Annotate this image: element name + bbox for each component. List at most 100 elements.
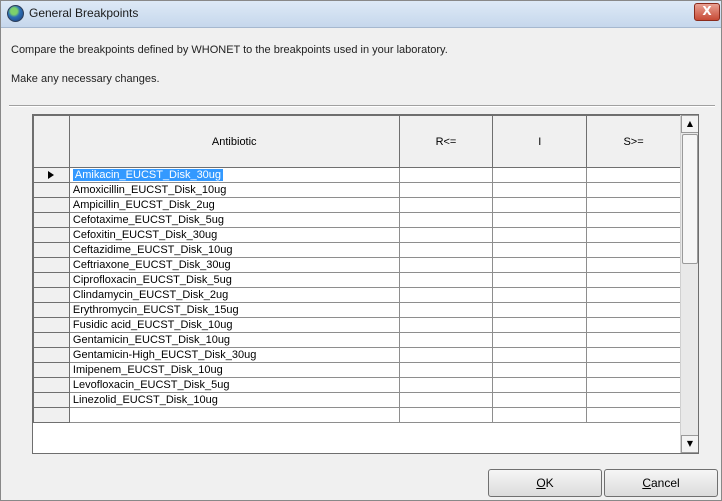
antibiotic-cell[interactable]: Ampicillin_EUCST_Disk_2ug — [68, 197, 400, 213]
s-breakpoint-cell[interactable] — [586, 332, 681, 348]
scroll-thumb[interactable] — [682, 134, 698, 264]
antibiotic-cell[interactable] — [68, 407, 400, 423]
r-breakpoint-cell[interactable] — [398, 392, 494, 408]
r-breakpoint-cell[interactable] — [398, 302, 494, 318]
row-header[interactable] — [33, 182, 70, 198]
antibiotic-cell[interactable]: Erythromycin_EUCST_Disk_15ug — [68, 302, 400, 318]
r-breakpoint-cell[interactable] — [398, 227, 494, 243]
title-bar[interactable]: General Breakpoints X — [1, 1, 721, 28]
i-breakpoint-cell[interactable] — [492, 287, 588, 303]
column-header-antibiotic[interactable]: Antibiotic — [68, 115, 400, 168]
i-breakpoint-cell[interactable] — [492, 212, 588, 228]
row-header[interactable] — [33, 347, 70, 363]
s-breakpoint-cell[interactable] — [586, 302, 681, 318]
i-breakpoint-cell[interactable] — [492, 242, 588, 258]
column-header-s[interactable]: S>= — [586, 115, 681, 168]
r-breakpoint-cell[interactable] — [398, 377, 494, 393]
s-breakpoint-cell[interactable] — [586, 377, 681, 393]
r-breakpoint-cell[interactable] — [398, 347, 494, 363]
row-header[interactable] — [33, 407, 70, 423]
antibiotic-cell[interactable]: Ciprofloxacin_EUCST_Disk_5ug — [68, 272, 400, 288]
r-breakpoint-cell[interactable] — [398, 212, 494, 228]
table-row[interactable]: Cefotaxime_EUCST_Disk_5ug — [33, 212, 681, 228]
table-row[interactable]: Clindamycin_EUCST_Disk_2ug — [33, 287, 681, 303]
s-breakpoint-cell[interactable] — [586, 272, 681, 288]
r-breakpoint-cell[interactable] — [398, 167, 494, 183]
breakpoints-grid[interactable]: Antibiotic R<= I S>= Amikacin_EUCST_Disk… — [32, 114, 699, 454]
row-header[interactable] — [33, 332, 70, 348]
r-breakpoint-cell[interactable] — [398, 287, 494, 303]
r-breakpoint-cell[interactable] — [398, 257, 494, 273]
s-breakpoint-cell[interactable] — [586, 317, 681, 333]
row-header[interactable] — [33, 392, 70, 408]
row-header[interactable] — [33, 197, 70, 213]
table-row[interactable]: Levofloxacin_EUCST_Disk_5ug — [33, 377, 681, 393]
s-breakpoint-cell[interactable] — [586, 362, 681, 378]
row-header[interactable] — [33, 257, 70, 273]
cancel-button[interactable]: Cancel — [604, 469, 718, 497]
s-breakpoint-cell[interactable] — [586, 287, 681, 303]
table-row[interactable]: Amikacin_EUCST_Disk_30ug — [33, 167, 681, 183]
s-breakpoint-cell[interactable] — [586, 212, 681, 228]
table-row[interactable]: Erythromycin_EUCST_Disk_15ug — [33, 302, 681, 318]
table-row[interactable]: Amoxicillin_EUCST_Disk_10ug — [33, 182, 681, 198]
s-breakpoint-cell[interactable] — [586, 227, 681, 243]
r-breakpoint-cell[interactable] — [398, 182, 494, 198]
antibiotic-cell[interactable]: Gentamicin_EUCST_Disk_10ug — [68, 332, 400, 348]
antibiotic-cell[interactable]: Amoxicillin_EUCST_Disk_10ug — [68, 182, 400, 198]
table-row[interactable]: Ciprofloxacin_EUCST_Disk_5ug — [33, 272, 681, 288]
antibiotic-cell[interactable]: Fusidic acid_EUCST_Disk_10ug — [68, 317, 400, 333]
r-breakpoint-cell[interactable] — [398, 362, 494, 378]
scroll-down-button[interactable]: ▼ — [681, 435, 698, 453]
s-breakpoint-cell[interactable] — [586, 242, 681, 258]
row-header[interactable] — [33, 317, 70, 333]
row-header[interactable] — [33, 227, 70, 243]
s-breakpoint-cell[interactable] — [586, 182, 681, 198]
antibiotic-cell[interactable]: Linezolid_EUCST_Disk_10ug — [68, 392, 400, 408]
antibiotic-cell[interactable]: Gentamicin-High_EUCST_Disk_30ug — [68, 347, 400, 363]
i-breakpoint-cell[interactable] — [492, 317, 588, 333]
row-header[interactable] — [33, 287, 70, 303]
i-breakpoint-cell[interactable] — [492, 302, 588, 318]
antibiotic-cell[interactable]: Imipenem_EUCST_Disk_10ug — [68, 362, 400, 378]
row-header[interactable] — [33, 167, 70, 183]
s-breakpoint-cell[interactable] — [586, 347, 681, 363]
antibiotic-cell[interactable]: Amikacin_EUCST_Disk_30ug — [68, 167, 400, 183]
row-header[interactable] — [33, 362, 70, 378]
antibiotic-cell[interactable]: Ceftazidime_EUCST_Disk_10ug — [68, 242, 400, 258]
i-breakpoint-cell[interactable] — [492, 272, 588, 288]
table-row[interactable]: Fusidic acid_EUCST_Disk_10ug — [33, 317, 681, 333]
column-header-i[interactable]: I — [492, 115, 588, 168]
i-breakpoint-cell[interactable] — [492, 392, 588, 408]
vertical-scrollbar[interactable]: ▲ ▼ — [680, 115, 698, 453]
column-header-r[interactable]: R<= — [398, 115, 494, 168]
antibiotic-cell[interactable]: Cefoxitin_EUCST_Disk_30ug — [68, 227, 400, 243]
r-breakpoint-cell[interactable] — [398, 407, 494, 423]
r-breakpoint-cell[interactable] — [398, 332, 494, 348]
antibiotic-cell[interactable]: Clindamycin_EUCST_Disk_2ug — [68, 287, 400, 303]
table-row[interactable]: Gentamicin_EUCST_Disk_10ug — [33, 332, 681, 348]
table-row[interactable]: Ceftriaxone_EUCST_Disk_30ug — [33, 257, 681, 273]
i-breakpoint-cell[interactable] — [492, 362, 588, 378]
i-breakpoint-cell[interactable] — [492, 197, 588, 213]
i-breakpoint-cell[interactable] — [492, 377, 588, 393]
antibiotic-cell[interactable]: Cefotaxime_EUCST_Disk_5ug — [68, 212, 400, 228]
table-row[interactable]: Linezolid_EUCST_Disk_10ug — [33, 392, 681, 408]
close-button[interactable]: X — [694, 3, 720, 21]
s-breakpoint-cell[interactable] — [586, 407, 681, 423]
s-breakpoint-cell[interactable] — [586, 392, 681, 408]
r-breakpoint-cell[interactable] — [398, 197, 494, 213]
table-row[interactable]: Cefoxitin_EUCST_Disk_30ug — [33, 227, 681, 243]
table-row[interactable]: Imipenem_EUCST_Disk_10ug — [33, 362, 681, 378]
r-breakpoint-cell[interactable] — [398, 272, 494, 288]
i-breakpoint-cell[interactable] — [492, 227, 588, 243]
i-breakpoint-cell[interactable] — [492, 332, 588, 348]
r-breakpoint-cell[interactable] — [398, 317, 494, 333]
table-row[interactable]: Ampicillin_EUCST_Disk_2ug — [33, 197, 681, 213]
row-header[interactable] — [33, 242, 70, 258]
row-header[interactable] — [33, 272, 70, 288]
i-breakpoint-cell[interactable] — [492, 182, 588, 198]
table-row[interactable]: Ceftazidime_EUCST_Disk_10ug — [33, 242, 681, 258]
row-header[interactable] — [33, 302, 70, 318]
i-breakpoint-cell[interactable] — [492, 347, 588, 363]
